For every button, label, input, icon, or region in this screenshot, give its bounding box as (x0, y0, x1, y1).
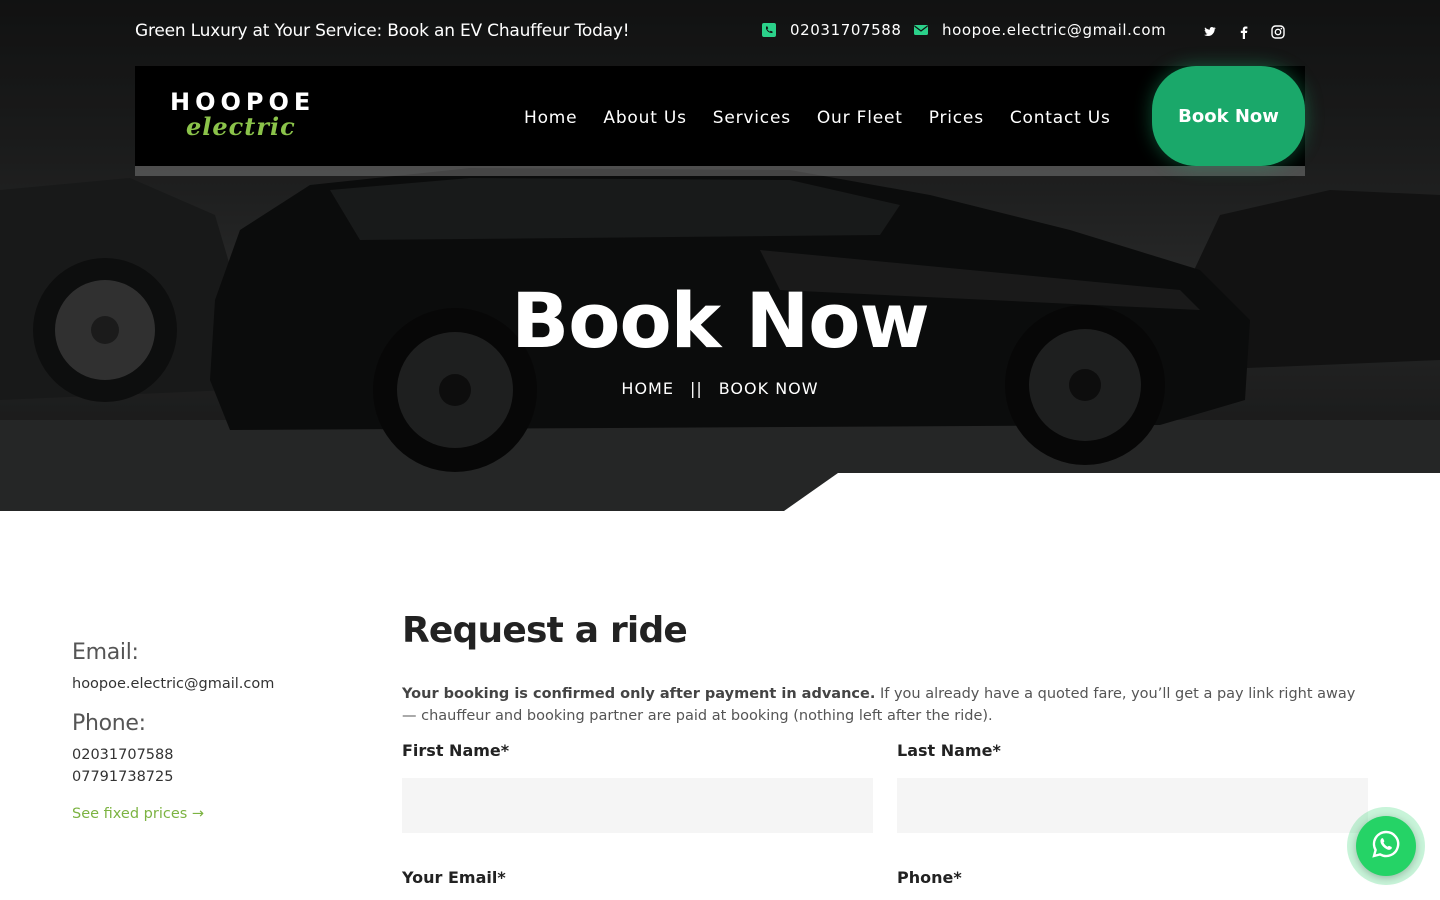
social-links (1203, 25, 1285, 39)
email-value[interactable]: hoopoe.electric@gmail.com (72, 673, 352, 695)
form-payment-note: Your booking is confirmed only after pay… (402, 683, 1368, 727)
nav-item-our-fleet[interactable]: Our Fleet (817, 108, 903, 128)
logo-wordmark-bottom: electric (186, 112, 296, 141)
phone-heading: Phone: (72, 711, 146, 736)
breadcrumb-home[interactable]: HOME (621, 379, 674, 398)
phone-value-1[interactable]: 02031707588 (72, 744, 352, 766)
phone-field-label: Phone* (897, 868, 962, 887)
nav-item-prices[interactable]: Prices (929, 108, 984, 128)
nav-item-services[interactable]: Services (713, 108, 791, 128)
whatsapp-icon (1370, 828, 1402, 865)
phone-value-2[interactable]: 07791738725 (72, 766, 352, 788)
breadcrumb-separator: || (689, 379, 703, 398)
last-name-label: Last Name* (897, 741, 1001, 760)
top-tagline: Green Luxury at Your Service: Book an EV… (135, 21, 630, 41)
first-name-label: First Name* (402, 741, 510, 760)
brand-logo[interactable]: HOOPOE electric (170, 88, 330, 148)
breadcrumb: HOME || BOOK NOW (0, 379, 1440, 398)
phone-icon (762, 23, 776, 37)
top-email[interactable]: hoopoe.electric@gmail.com (914, 21, 1166, 39)
whatsapp-button[interactable] (1356, 816, 1416, 876)
nav-item-home[interactable]: Home (524, 108, 577, 128)
page-title: Book Now (511, 276, 929, 365)
email-heading: Email: (72, 640, 139, 665)
top-bar: Green Luxury at Your Service: Book an EV… (0, 0, 1440, 66)
facebook-icon[interactable] (1237, 25, 1251, 39)
last-name-input[interactable] (897, 778, 1368, 833)
navbar-shadow (135, 166, 1305, 176)
first-name-input[interactable] (402, 778, 873, 833)
top-email-text: hoopoe.electric@gmail.com (942, 21, 1167, 39)
nav-menu: Home About Us Services Our Fleet Prices … (524, 108, 1111, 128)
nav-item-about-us[interactable]: About Us (603, 108, 686, 128)
fixed-prices-link[interactable]: See fixed prices → (72, 806, 352, 822)
twitter-icon[interactable] (1203, 25, 1217, 39)
email-field-label: Your Email* (402, 868, 506, 887)
nav-item-contact-us[interactable]: Contact Us (1010, 108, 1111, 128)
book-now-button[interactable]: Book Now (1152, 66, 1305, 166)
ride-request-form: Request a ride Your booking is confirmed… (402, 610, 1368, 727)
envelope-icon (914, 23, 928, 37)
contact-info: Email: hoopoe.electric@gmail.com Phone: … (72, 640, 352, 822)
form-title: Request a ride (402, 610, 688, 651)
top-phone-text: 02031707588 (790, 21, 902, 39)
main-navbar: HOOPOE electric Home About Us Services O… (135, 66, 1305, 166)
breadcrumb-current: BOOK NOW (718, 379, 819, 398)
instagram-icon[interactable] (1271, 25, 1285, 39)
top-phone[interactable]: 02031707588 (762, 21, 902, 39)
form-note-bold: Your booking is confirmed only after pay… (402, 686, 876, 702)
